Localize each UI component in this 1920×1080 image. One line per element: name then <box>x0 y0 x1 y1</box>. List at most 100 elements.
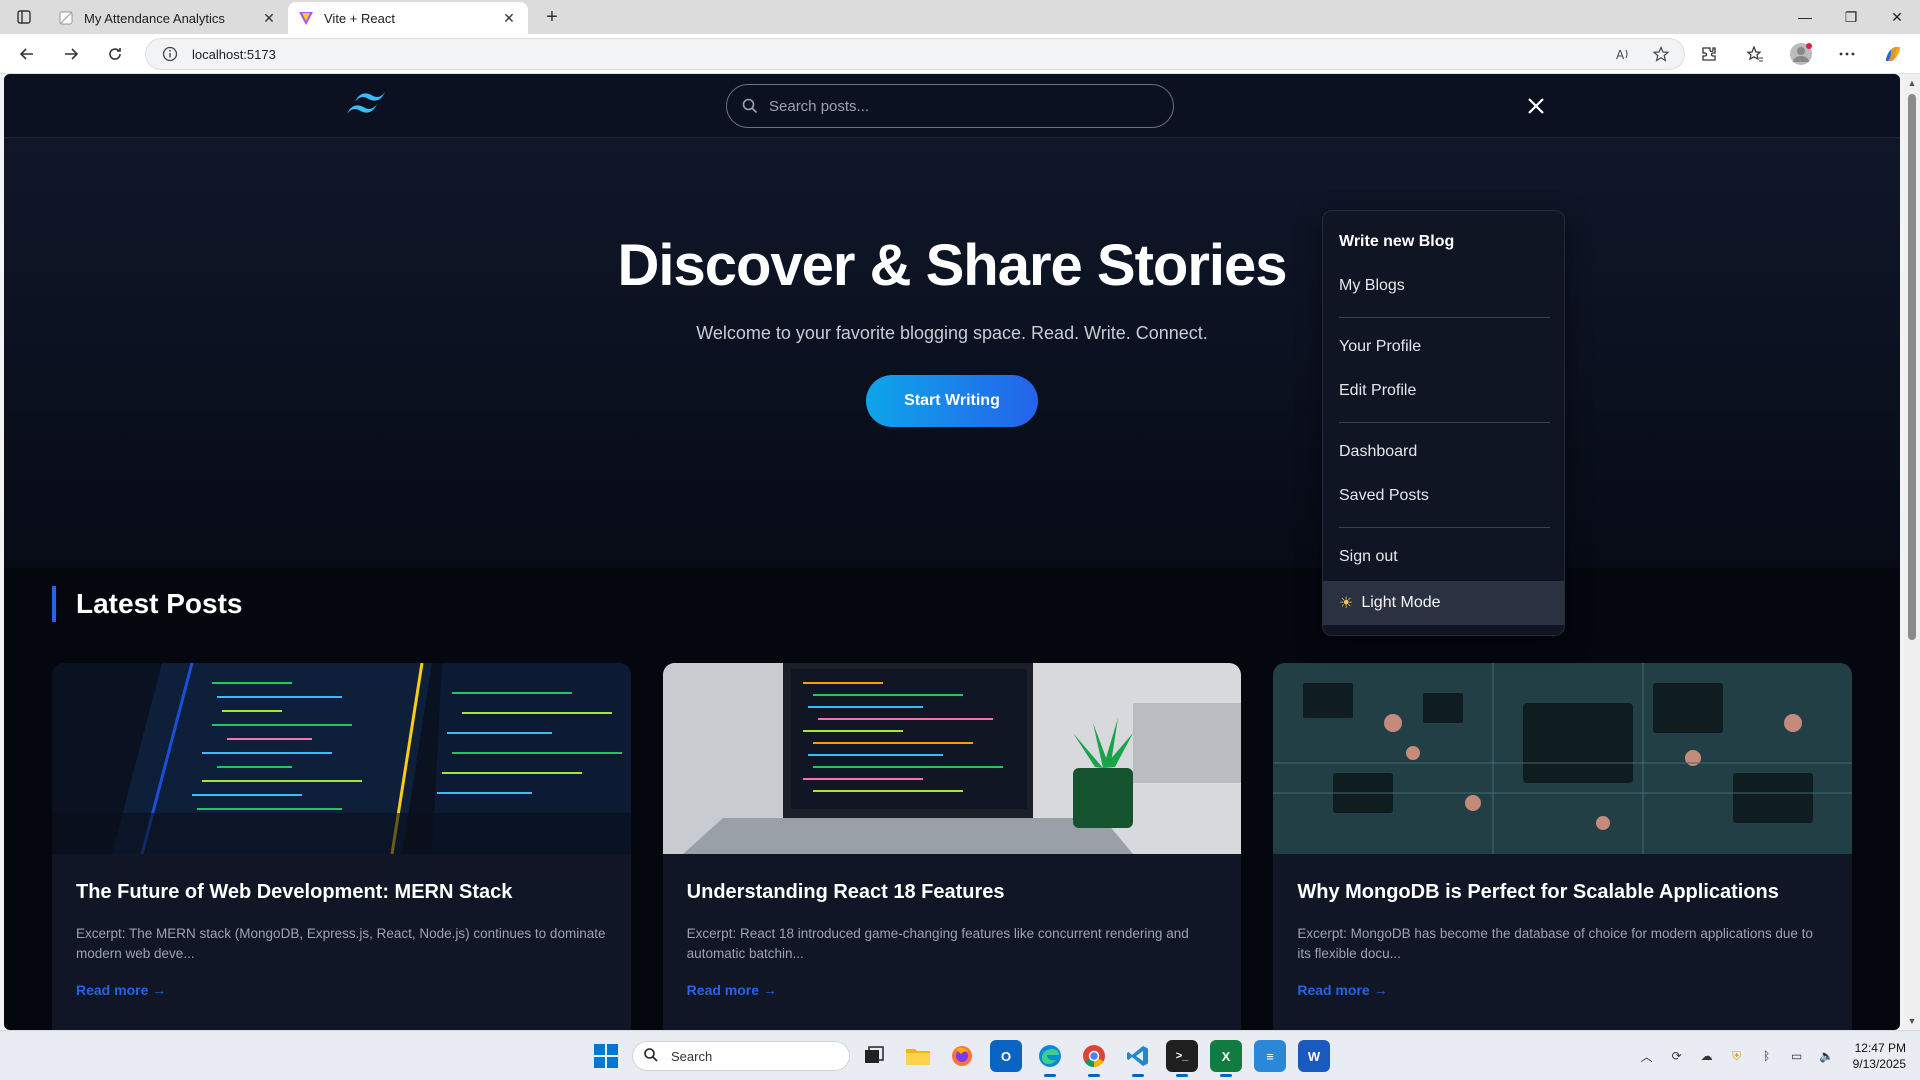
hero-title: Discover & Share Stories <box>617 233 1287 298</box>
post-cover-image <box>52 663 631 854</box>
read-more-link[interactable]: Read more → <box>76 982 166 998</box>
tab-title: Vite + React <box>324 10 395 26</box>
vite-icon <box>298 10 314 26</box>
read-aloud-icon[interactable]: A <box>1612 43 1634 65</box>
post-cover-image <box>662 663 1242 854</box>
post-card[interactable]: The Future of Web Development: MERN Stac… <box>52 663 631 1030</box>
system-clock[interactable]: 12:47 PM 9/13/2025 <box>1853 1040 1906 1072</box>
window-controls: — ❐ ✕ <box>1782 0 1920 34</box>
favorites-icon[interactable] <box>1738 39 1772 69</box>
search-bar[interactable] <box>726 84 1174 128</box>
menu-item-light-mode[interactable]: ☀ Light Mode <box>1323 581 1564 625</box>
site-info-icon[interactable] <box>160 44 180 64</box>
volume-icon[interactable]: 🔈 <box>1817 1046 1837 1066</box>
post-excerpt: Excerpt: MongoDB has become the database… <box>1297 926 1813 961</box>
menu-item-edit-profile[interactable]: Edit Profile <box>1339 382 1416 400</box>
network-icon[interactable]: ▭ <box>1787 1046 1807 1066</box>
bluetooth-icon[interactable]: ᛒ <box>1757 1046 1777 1066</box>
browser-tab-attendance[interactable]: My Attendance Analytics ✕ <box>48 2 288 34</box>
file-explorer-icon[interactable] <box>902 1040 934 1072</box>
close-tab-icon[interactable]: ✕ <box>500 9 518 27</box>
menu-item-saved-posts[interactable]: Saved Posts <box>1339 487 1429 505</box>
minimize-icon[interactable]: — <box>1782 0 1828 34</box>
page-icon <box>58 10 74 26</box>
page-scrollbar[interactable]: ▲ ▼ <box>1904 74 1920 1030</box>
menu-item-write-new-blog[interactable]: Write new Blog <box>1339 233 1454 251</box>
system-tray: ︿ ⟳ ☁ ⛨ ᛒ ▭ 🔈 12:47 PM 9/13/2025 <box>1637 1031 1906 1080</box>
forward-icon[interactable] <box>56 40 86 68</box>
vscode-icon[interactable] <box>1122 1040 1154 1077</box>
read-more-link[interactable]: Read more → <box>687 982 777 998</box>
taskbar-apps: O >_ X ≡ W <box>858 1040 1330 1077</box>
sun-icon: ☀ <box>1339 595 1354 612</box>
post-card[interactable]: Why MongoDB is Perfect for Scalable Appl… <box>1273 663 1853 1030</box>
profile-avatar[interactable] <box>1784 39 1818 69</box>
post-excerpt: Excerpt: The MERN stack (MongoDB, Expres… <box>76 926 606 961</box>
tailwind-logo-icon[interactable] <box>344 90 390 120</box>
excel-icon[interactable]: X <box>1210 1040 1242 1077</box>
site-header <box>4 74 1900 138</box>
favorite-star-icon[interactable] <box>1650 43 1672 65</box>
browser-tab-bar: My Attendance Analytics ✕ Vite + React ✕… <box>0 0 1920 34</box>
menu-divider <box>1339 422 1550 423</box>
windows-taskbar: Search O >_ X ≡ W ︿ ⟳ ☁ ⛨ ᛒ ▭ 🔈 12:47 PM… <box>0 1030 1920 1080</box>
terminal-icon[interactable]: >_ <box>1166 1040 1198 1077</box>
post-title[interactable]: Why MongoDB is Perfect for Scalable Appl… <box>1297 881 1779 904</box>
hero-section: Discover & Share Stories Welcome to your… <box>4 138 1900 568</box>
close-window-icon[interactable]: ✕ <box>1874 0 1920 34</box>
post-cover-image <box>1273 663 1853 854</box>
menu-item-dashboard[interactable]: Dashboard <box>1339 443 1417 461</box>
start-writing-button[interactable]: Start Writing <box>866 375 1038 427</box>
user-dropdown-menu: Write new Blog My Blogs Your Profile Edi… <box>1322 210 1565 636</box>
chrome-icon[interactable] <box>1078 1040 1110 1077</box>
menu-item-sign-out[interactable]: Sign out <box>1339 548 1398 566</box>
browser-toolbar: localhost:5173 A <box>0 34 1920 74</box>
post-excerpt: Excerpt: React 18 introduced game-changi… <box>686 926 1189 961</box>
restore-icon[interactable]: ❐ <box>1828 0 1874 34</box>
read-more-link[interactable]: Read more → <box>1297 982 1387 998</box>
more-options-icon[interactable] <box>1830 39 1864 69</box>
menu-item-my-blogs[interactable]: My Blogs <box>1339 277 1405 295</box>
firefox-icon[interactable] <box>946 1040 978 1072</box>
search-input[interactable] <box>769 97 1149 115</box>
scroll-up-icon[interactable]: ▲ <box>1907 78 1917 88</box>
post-card[interactable]: Understanding React 18 Features Excerpt:… <box>662 663 1242 1030</box>
light-mode-label: Light Mode <box>1361 594 1441 611</box>
scrollbar-thumb[interactable] <box>1908 94 1916 640</box>
address-bar[interactable]: localhost:5173 A <box>145 38 1685 70</box>
extensions-icon[interactable] <box>1692 39 1726 69</box>
clock-date: 9/13/2025 <box>1852 1057 1906 1071</box>
tab-title: My Attendance Analytics <box>84 10 225 26</box>
taskbar-search-box[interactable]: Search <box>632 1041 850 1071</box>
cloud-icon[interactable]: ☁ <box>1697 1046 1717 1066</box>
tab-actions-icon[interactable] <box>12 6 36 28</box>
sync-icon[interactable]: ⟳ <box>1667 1046 1687 1066</box>
post-title[interactable]: Understanding React 18 Features <box>687 881 1005 904</box>
word-icon[interactable]: W <box>1298 1040 1330 1072</box>
outlook-icon[interactable]: O <box>990 1040 1022 1072</box>
search-icon <box>741 97 759 115</box>
browser-tab-vite[interactable]: Vite + React ✕ <box>288 2 528 34</box>
chevron-up-icon[interactable]: ︿ <box>1637 1046 1657 1066</box>
shield-icon[interactable]: ⛨ <box>1727 1046 1747 1066</box>
menu-divider <box>1339 527 1550 528</box>
close-menu-icon[interactable] <box>1522 92 1550 120</box>
clock-time: 12:47 PM <box>1854 1041 1906 1055</box>
back-icon[interactable] <box>12 40 42 68</box>
task-view-icon[interactable] <box>858 1040 890 1072</box>
scroll-down-icon[interactable]: ▼ <box>1907 1016 1917 1026</box>
notepad-icon[interactable]: ≡ <box>1254 1040 1286 1072</box>
menu-item-your-profile[interactable]: Your Profile <box>1339 338 1421 356</box>
url-text: localhost:5173 <box>192 46 276 62</box>
close-tab-icon[interactable]: ✕ <box>260 9 278 27</box>
taskbar-search-label: Search <box>671 1048 713 1064</box>
menu-divider <box>1339 317 1550 318</box>
windows-start-icon[interactable] <box>593 1043 619 1069</box>
hero-subtitle: Welcome to your favorite blogging space.… <box>696 323 1208 343</box>
page-viewport: Discover & Share Stories Welcome to your… <box>4 74 1900 1030</box>
refresh-icon[interactable] <box>100 40 130 68</box>
post-title[interactable]: The Future of Web Development: MERN Stac… <box>76 881 512 904</box>
copilot-icon[interactable] <box>1876 39 1910 69</box>
new-tab-button[interactable]: + <box>540 6 564 28</box>
edge-icon[interactable] <box>1034 1040 1066 1077</box>
